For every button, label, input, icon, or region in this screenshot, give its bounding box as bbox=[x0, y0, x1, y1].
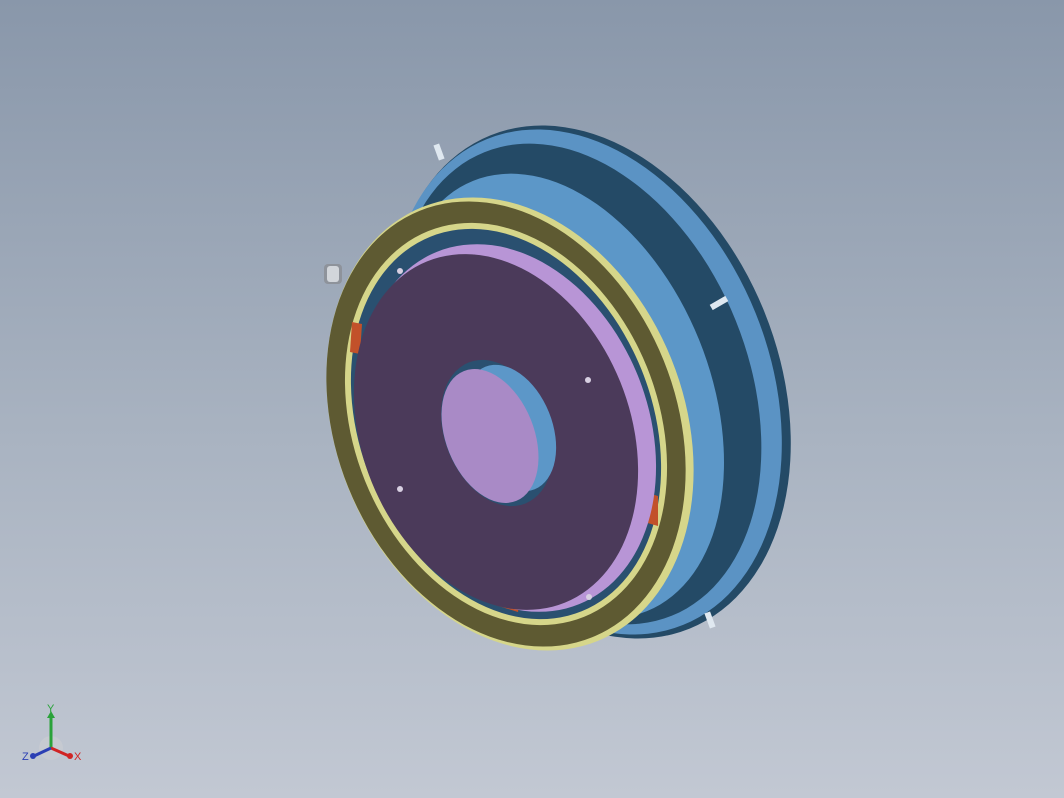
coordinate-triad: Y X Z bbox=[22, 703, 82, 763]
screw-hole bbox=[397, 486, 403, 492]
screw-hole bbox=[585, 377, 591, 383]
flange-slot bbox=[433, 143, 445, 161]
brake-assembly-model[interactable] bbox=[0, 0, 1064, 798]
z-axis-label: Z bbox=[22, 751, 29, 763]
bolt-head[interactable] bbox=[324, 264, 342, 284]
screw-hole bbox=[586, 594, 592, 600]
graphics-viewport[interactable]: Y X Z bbox=[0, 0, 1064, 798]
y-axis-label: Y bbox=[47, 703, 55, 715]
screw-hole bbox=[397, 268, 403, 274]
x-axis-label: X bbox=[74, 751, 82, 763]
